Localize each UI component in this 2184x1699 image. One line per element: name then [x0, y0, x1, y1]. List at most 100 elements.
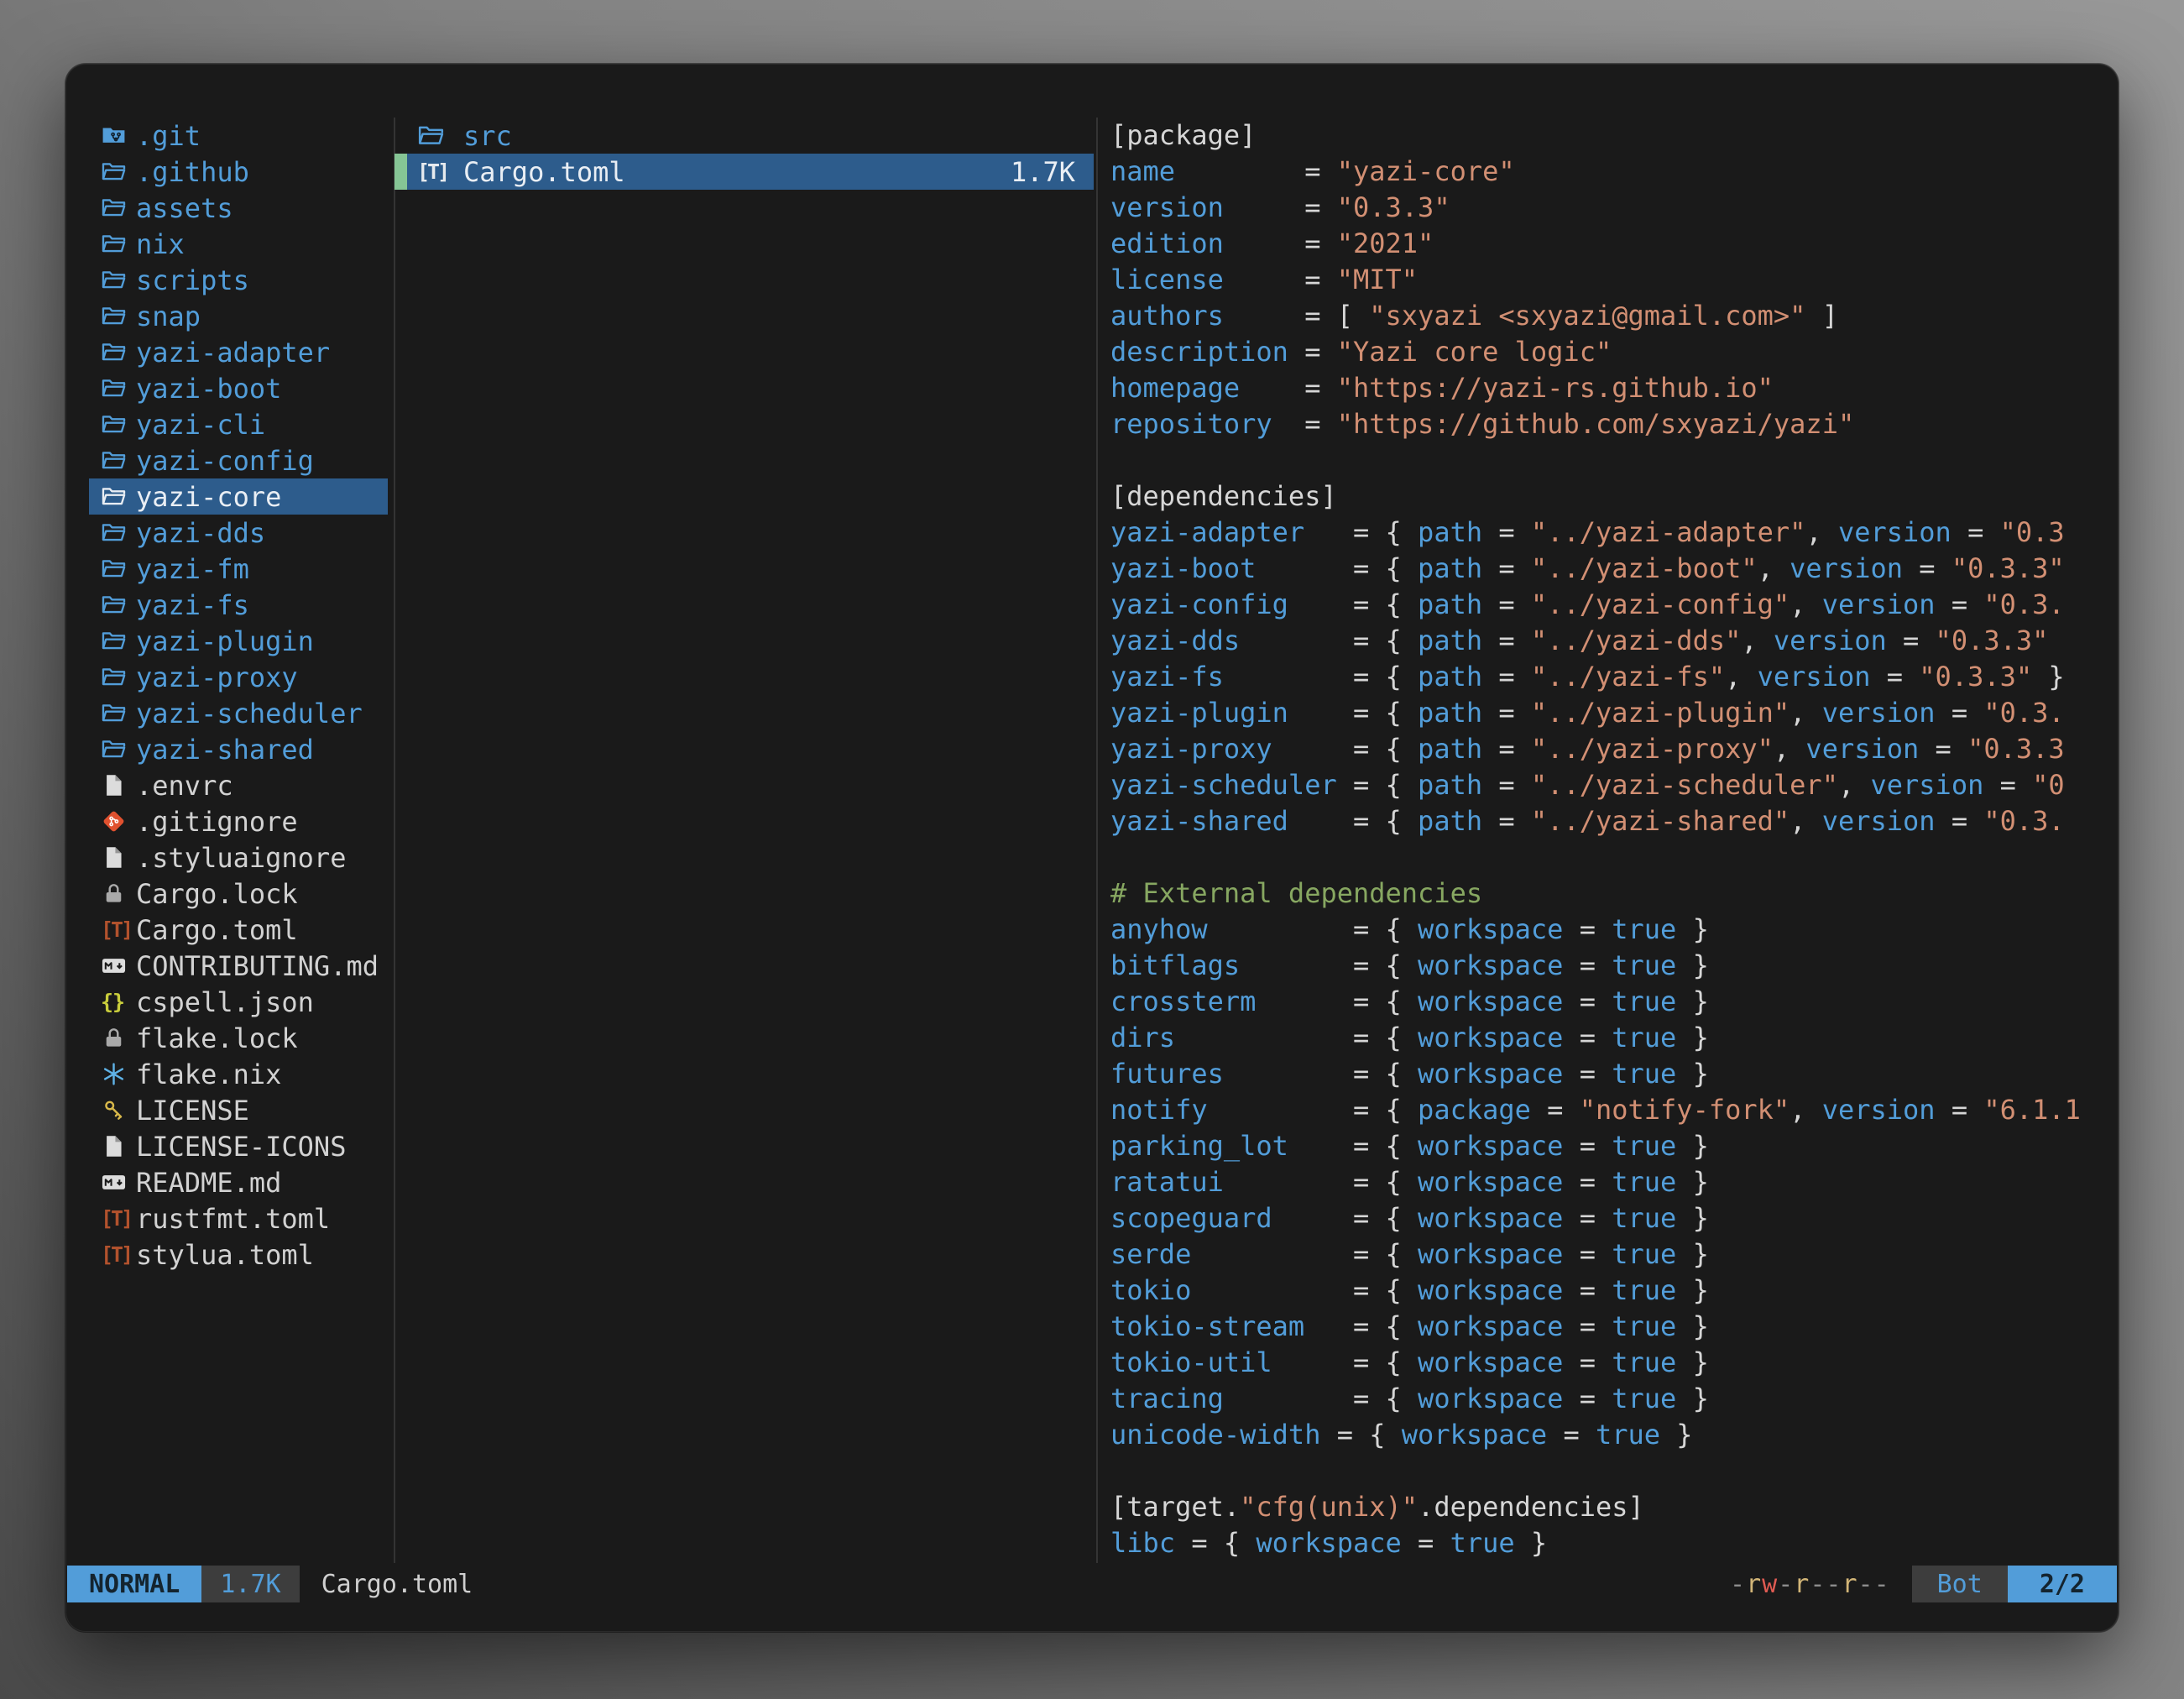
preview-line: yazi-shared = { path = "../yazi-shared",… — [1110, 803, 2108, 839]
preview-line: [package] — [1110, 118, 2108, 154]
entry-name: yazi-proxy — [136, 661, 298, 693]
preview-line: unicode-width = { workspace = true } — [1110, 1417, 2108, 1453]
preview-line: homepage = "https://yazi-rs.github.io" — [1110, 370, 2108, 406]
dir-row-scripts[interactable]: scripts — [89, 262, 388, 298]
entry-size: 1.7K — [1011, 156, 1075, 188]
file-row-stylua.toml[interactable]: [T]stylua.toml — [89, 1236, 388, 1273]
entry-name: yazi-core — [136, 481, 281, 513]
preview-line: yazi-config = { path = "../yazi-config",… — [1110, 587, 2108, 623]
entry-name: LICENSE — [136, 1095, 249, 1127]
entry-name: .styluaignore — [136, 842, 346, 874]
preview-line: futures = { workspace = true } — [1110, 1056, 2108, 1092]
file-icon — [101, 767, 129, 803]
preview-line: tokio-util = { workspace = true } — [1110, 1345, 2108, 1381]
file-row-README.md[interactable]: README.md — [89, 1164, 388, 1200]
folder-icon — [101, 442, 129, 478]
folder-icon — [101, 623, 129, 659]
selection-marker — [394, 154, 407, 190]
preview-line: yazi-proxy = { path = "../yazi-proxy", v… — [1110, 731, 2108, 767]
file-row-flake.lock[interactable]: flake.lock — [89, 1020, 388, 1056]
file-row-.gitignore[interactable]: .gitignore — [89, 803, 388, 839]
entry-name: yazi-adapter — [136, 337, 330, 369]
toml-icon: [T] — [101, 912, 129, 948]
dir-row-yazi-fs[interactable]: yazi-fs — [89, 587, 388, 623]
entry-name: yazi-shared — [136, 734, 314, 766]
dir-row-.github[interactable]: .github — [89, 154, 388, 190]
file-row-rustfmt.toml[interactable]: [T]rustfmt.toml — [89, 1200, 388, 1236]
dir-row-yazi-adapter[interactable]: yazi-adapter — [89, 334, 388, 370]
dir-row-.git[interactable]: .git — [89, 118, 388, 154]
dir-row-yazi-core[interactable]: yazi-core — [89, 478, 388, 515]
parent-directory-pane: .git.githubassets nixscriptssnapyazi-adap… — [89, 118, 388, 1273]
file-icon — [101, 839, 129, 876]
entry-name: yazi-fm — [136, 553, 249, 585]
folder-icon — [101, 406, 129, 442]
file-row-Cargo.toml[interactable]: [T]Cargo.toml — [89, 912, 388, 948]
dir-row-yazi-proxy[interactable]: yazi-proxy — [89, 659, 388, 695]
dir-row-assets[interactable]: assets — [89, 190, 388, 226]
file-row-.envrc[interactable]: .envrc — [89, 767, 388, 803]
markdown-icon — [101, 948, 129, 984]
dir-row-yazi-scheduler[interactable]: yazi-scheduler — [89, 695, 388, 731]
preview-line: parking_lot = { workspace = true } — [1110, 1128, 2108, 1164]
preview-line: libc = { workspace = true } — [1110, 1525, 2108, 1561]
entry-name: flake.lock — [136, 1022, 298, 1054]
folder-icon — [101, 695, 129, 731]
folder-icon — [101, 334, 129, 370]
dir-row-yazi-fm[interactable]: yazi-fm — [89, 551, 388, 587]
entry-name: nix — [136, 228, 185, 260]
dir-row-yazi-config[interactable]: yazi-config — [89, 442, 388, 478]
preview-line: scopeguard = { workspace = true } — [1110, 1200, 2108, 1236]
file-row-Cargo.toml[interactable]: [T]Cargo.toml1.7K — [407, 154, 1094, 190]
preview-line: anyhow = { workspace = true } — [1110, 912, 2108, 948]
folder-icon — [101, 298, 129, 334]
dir-row-yazi-cli[interactable]: yazi-cli — [89, 406, 388, 442]
status-bar: NORMAL 1.7K Cargo.toml -rw-r--r-- Bot 2/… — [67, 1566, 2117, 1602]
file-row-LICENSE-ICONS[interactable]: LICENSE-ICONS — [89, 1128, 388, 1164]
entry-name: .envrc — [136, 770, 233, 802]
preview-line: tokio-stream = { workspace = true } — [1110, 1309, 2108, 1345]
entry-name: yazi-boot — [136, 373, 281, 405]
preview-line: ratatui = { workspace = true } — [1110, 1164, 2108, 1200]
dir-row-yazi-boot[interactable]: yazi-boot — [89, 370, 388, 406]
dir-row-snap[interactable]: snap — [89, 298, 388, 334]
dir-row-yazi-plugin[interactable]: yazi-plugin — [89, 623, 388, 659]
preview-line: # External dependencies — [1110, 876, 2108, 912]
entry-name: README.md — [136, 1167, 281, 1199]
toml-icon: [T] — [101, 1200, 129, 1236]
file-preview-pane: [package]name = "yazi-core"version = "0.… — [1110, 118, 2108, 1561]
current-directory-pane: src[T]Cargo.toml1.7K — [407, 118, 1094, 190]
status-filename: Cargo.toml — [321, 1570, 473, 1599]
entry-name: LICENSE-ICONS — [136, 1131, 346, 1163]
preview-line: license = "MIT" — [1110, 262, 2108, 298]
file-permissions: -rw-r--r-- — [1730, 1570, 1890, 1599]
entry-name: yazi-cli — [136, 409, 265, 441]
entry-name: src — [463, 120, 512, 152]
preview-line: yazi-plugin = { path = "../yazi-plugin",… — [1110, 695, 2108, 731]
entry-name: yazi-fs — [136, 589, 249, 621]
pane-divider-left — [394, 118, 395, 1563]
entry-name: assets — [136, 192, 233, 224]
file-row-flake.nix[interactable]: flake.nix — [89, 1056, 388, 1092]
yazi-terminal-window: .git.githubassets nixscriptssnapyazi-adap… — [65, 64, 2119, 1632]
dir-row-nix[interactable]: nix — [89, 226, 388, 262]
file-row-LICENSE[interactable]: LICENSE — [89, 1092, 388, 1128]
toml-light-icon: [T] — [417, 154, 454, 190]
preview-line: dirs = { workspace = true } — [1110, 1020, 2108, 1056]
preview-line: bitflags = { workspace = true } — [1110, 948, 2108, 984]
folder-icon — [101, 515, 129, 551]
dir-row-yazi-dds[interactable]: yazi-dds — [89, 515, 388, 551]
file-row-cspell.json[interactable]: {}cspell.json — [89, 984, 388, 1020]
dir-row-yazi-shared[interactable]: yazi-shared — [89, 731, 388, 767]
preview-line: notify = { package = "notify-fork", vers… — [1110, 1092, 2108, 1128]
file-row-.styluaignore[interactable]: .styluaignore — [89, 839, 388, 876]
preview-line: crossterm = { workspace = true } — [1110, 984, 2108, 1020]
preview-line: yazi-fs = { path = "../yazi-fs", version… — [1110, 659, 2108, 695]
dir-row-src[interactable]: src — [407, 118, 1094, 154]
nix-icon — [101, 1056, 129, 1092]
lock-icon — [101, 876, 129, 912]
git-folder-icon — [101, 118, 129, 154]
file-row-CONTRIBUTING.md[interactable]: CONTRIBUTING.md — [89, 948, 388, 984]
folder-icon — [101, 226, 129, 262]
file-row-Cargo.lock[interactable]: Cargo.lock — [89, 876, 388, 912]
